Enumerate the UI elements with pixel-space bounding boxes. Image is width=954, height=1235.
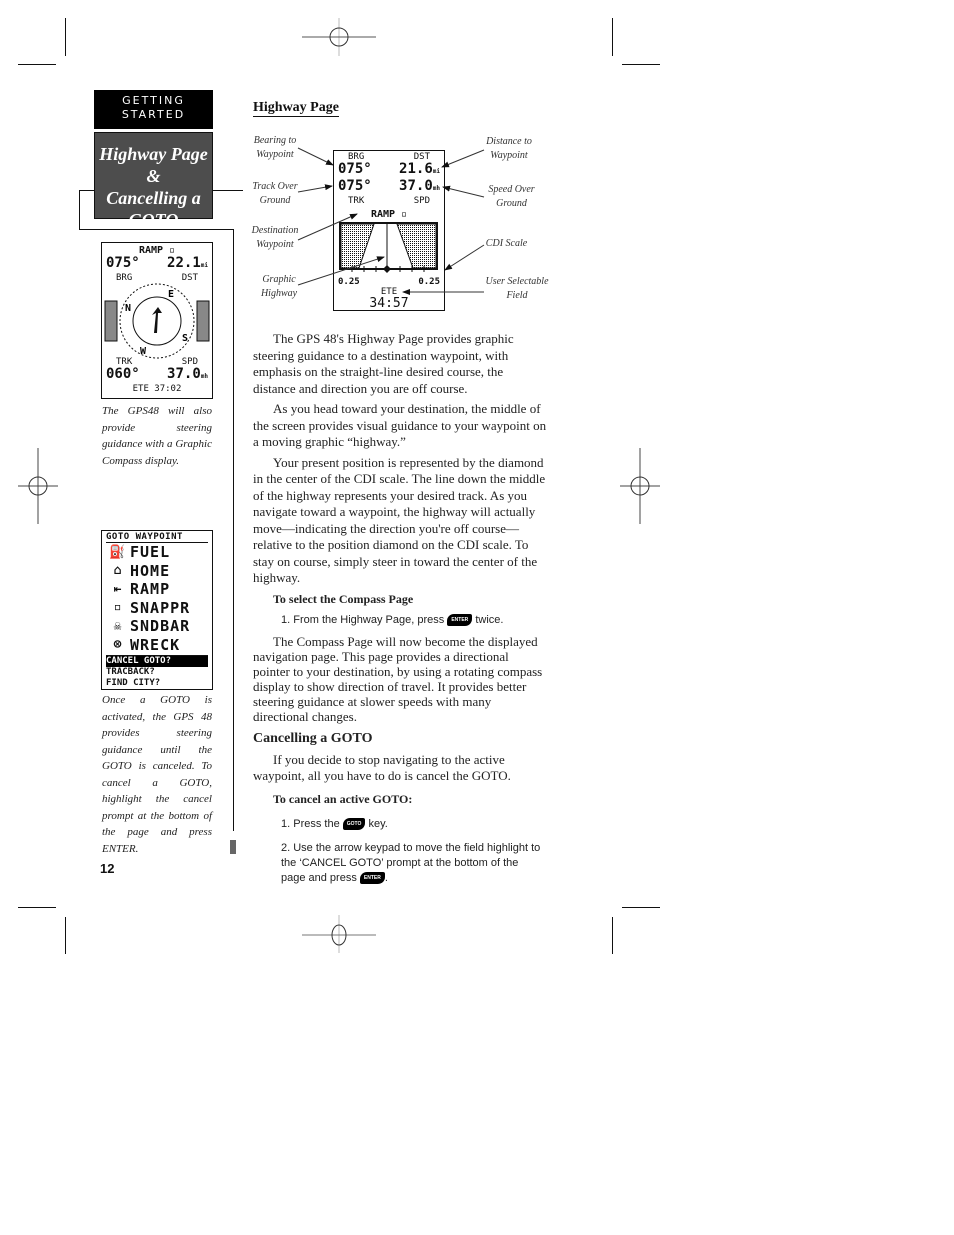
ramp-icon: ⇤ — [113, 581, 123, 597]
cancel-step-1-text: 1. Press the — [281, 818, 340, 830]
goto-key-icon: GOTO — [342, 818, 366, 831]
compass-procedure-heading: To select the Compass Page — [273, 591, 414, 606]
compass-step-1-suffix: twice. — [475, 614, 504, 626]
page-number: 12 — [100, 861, 115, 876]
arrow-highway — [297, 256, 385, 286]
registration-mark-left — [18, 448, 58, 524]
waypoint-list-item[interactable]: ⛽ FUEL — [106, 543, 208, 562]
arrow-bearing — [297, 147, 334, 166]
paragraph-position: Your present position is represented by … — [253, 454, 546, 586]
waypoint-label: SNDBAR — [130, 617, 191, 636]
compass-step-1-text: 1. From the Highway Page, press — [281, 614, 445, 626]
registration-mark-right — [620, 448, 660, 524]
sidebar-marker — [230, 840, 236, 854]
cancel-step-2-suffix: . — [384, 872, 388, 884]
speed-unit: mh — [200, 373, 208, 380]
goto-screen-title: GOTO WAYPOINT — [106, 532, 208, 543]
cancel-goto-option[interactable]: CANCEL GOTO? — [106, 656, 208, 667]
speed-value: 37.0 — [167, 366, 201, 382]
callout-arrows — [297, 147, 485, 295]
compass-caption: The GPS48 will also provide steering gui… — [102, 405, 212, 467]
cancel-procedure-heading: To cancel an active GOTO: — [273, 791, 413, 806]
goto-waypoint-screen: GOTO WAYPOINT ⛽ FUEL ⌂ HOME ⇤ RAMP ▫ SNAPPR ☠ SND… — [101, 530, 213, 690]
body-text: The GPS 48's Highway Page provides graph… — [253, 331, 548, 886]
paragraph-highway-guidance: As you head toward your destination, the… — [253, 401, 547, 449]
compass-dir-w: W — [140, 346, 147, 357]
crop-mark — [18, 907, 56, 908]
compass-dir-s: S — [182, 333, 188, 344]
track-value: 060° — [106, 366, 140, 382]
arrow-cdi — [444, 244, 485, 271]
compass-step-1: 1. From the Highway Page, press ENTER tw… — [281, 613, 548, 628]
waypoint-label: SNAPPR — [130, 598, 191, 617]
waypoint-list-item[interactable]: ▫ SNAPPR — [106, 599, 208, 618]
point-icon: ▫ — [113, 600, 123, 616]
crop-mark — [612, 917, 613, 954]
goto-caption: Once a GOTO is activated, the GPS 48 pro… — [102, 694, 212, 855]
skull-icon: ☠ — [113, 618, 123, 634]
arrow-distance — [441, 149, 485, 168]
waypoint-label: WRECK — [130, 635, 181, 654]
paragraph-compass: The Compass Page will now become the dis… — [253, 634, 543, 724]
cancel-goto-heading: Cancelling a GOTO — [253, 731, 373, 746]
cancel-step-1-suffix: key. — [368, 818, 388, 830]
tracback-option[interactable]: TRACBACK? — [106, 667, 208, 678]
waypoint-list-item[interactable]: ⊗ WRECK — [106, 636, 208, 655]
waypoint-list-item[interactable]: ☠ SNDBAR — [106, 617, 208, 636]
paragraph-highway-intro: The GPS 48's Highway Page provides graph… — [253, 331, 514, 396]
find-city-option[interactable]: FIND CITY? — [106, 678, 208, 689]
cancel-step-2-text: 2. Use the arrow keypad to move the fiel… — [281, 842, 541, 884]
wreck-icon: ⊗ — [113, 637, 123, 653]
waypoint-label: HOME — [130, 561, 171, 580]
enter-key-icon: ENTER — [359, 872, 385, 885]
arrow-track — [297, 184, 333, 193]
fuel-icon: ⛽ — [109, 544, 127, 560]
cancel-step-2: 2. Use the arrow keypad to move the fiel… — [281, 841, 541, 886]
paragraph-cancel: If you decide to stop navigating to the … — [253, 751, 511, 784]
home-icon: ⌂ — [113, 563, 123, 579]
waypoint-label: FUEL — [130, 543, 171, 562]
cancel-step-1: 1. Press the GOTO key. — [281, 817, 548, 832]
ete-field: ETE 37:02 — [132, 384, 182, 394]
crop-mark — [65, 917, 66, 954]
registration-mark-bottom — [302, 915, 376, 953]
arrow-speed — [442, 185, 485, 198]
enter-key-icon: ENTER — [447, 614, 473, 627]
arrow-destination — [297, 213, 358, 241]
waypoint-label: RAMP — [130, 580, 171, 599]
waypoint-list-item[interactable]: ⌂ HOME — [106, 562, 208, 581]
crop-mark — [622, 907, 660, 908]
waypoint-list-item[interactable]: ⇤ RAMP — [106, 580, 208, 599]
